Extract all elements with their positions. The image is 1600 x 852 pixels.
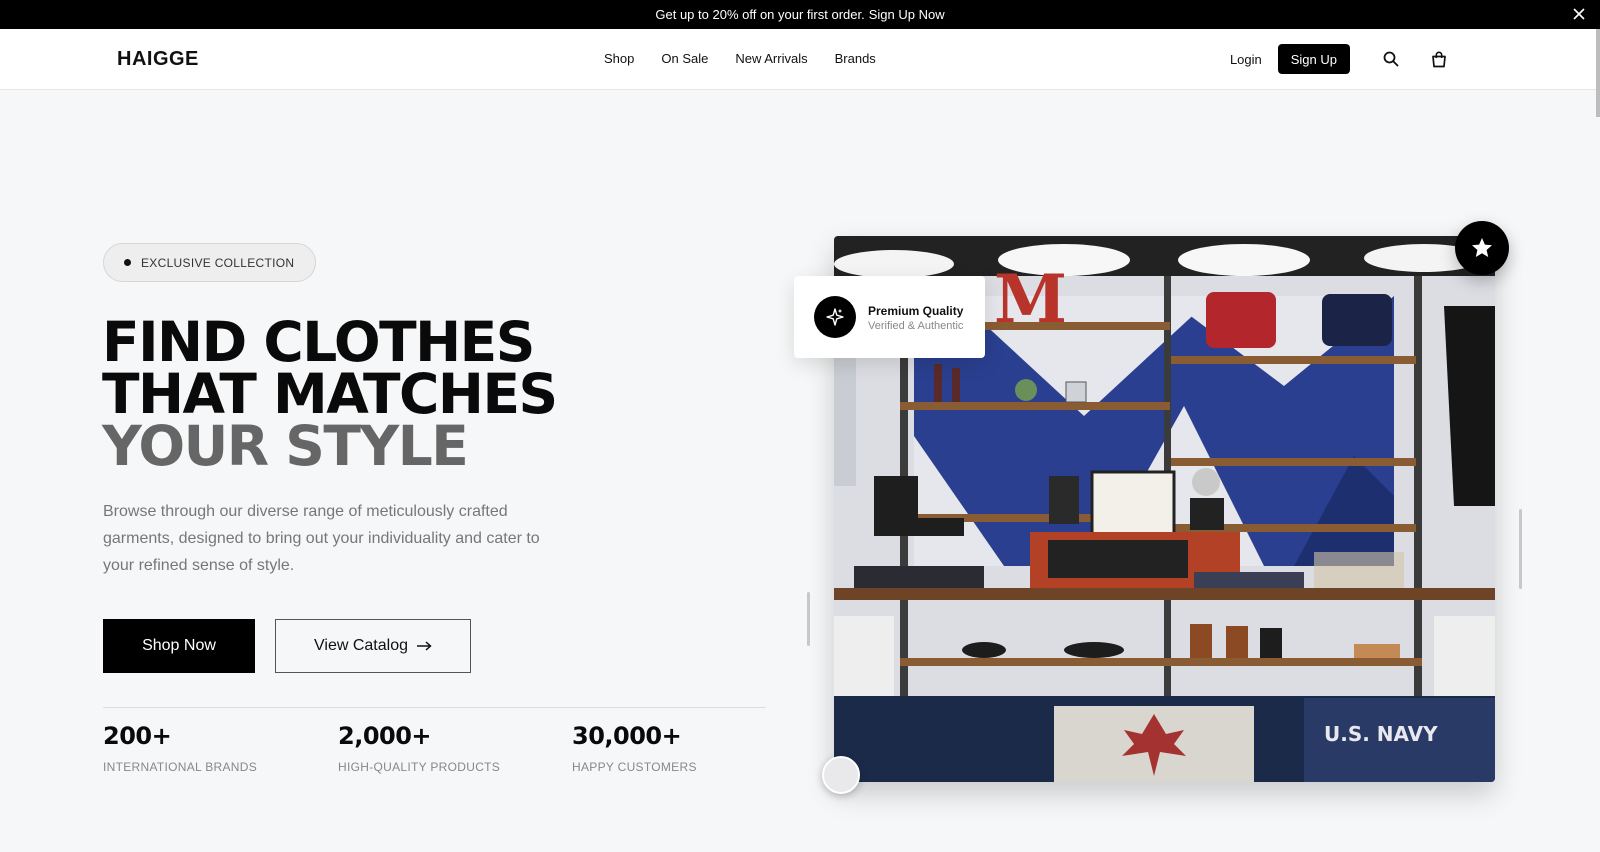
stats-row: 200+ INTERNATIONAL BRANDS 2,000+ HIGH-QU… [103,722,766,782]
nav-new-arrivals[interactable]: New Arrivals [735,51,807,66]
main-nav: Shop On Sale New Arrivals Brands [604,51,876,66]
stat-value: 200+ [103,722,172,750]
headline-line-1: FIND CLOTHES [102,310,535,374]
headline-line-3: YOUR STYLE [102,414,469,478]
cart-icon[interactable] [1428,48,1450,70]
view-catalog-label: View Catalog [314,637,408,654]
site-header: HAIGGE Shop On Sale New Arrivals Brands … [0,29,1600,90]
search-icon[interactable] [1380,48,1402,70]
collection-badge: EXCLUSIVE COLLECTION [103,243,317,282]
logo[interactable]: HAIGGE [117,48,199,71]
page-scrollbar[interactable] [1596,29,1600,117]
stat-brands: 200+ INTERNATIONAL BRANDS [103,722,257,774]
premium-quality-card: Premium Quality Verified & Authentic [794,276,985,358]
close-icon[interactable] [1570,5,1588,23]
announcement-message: Get up to 20% off on your first order. S… [655,7,944,22]
stat-value: 30,000+ [572,722,682,750]
shop-now-button[interactable]: Shop Now [103,619,255,673]
star-icon[interactable] [1455,221,1509,275]
sparkle-icon [814,296,856,338]
view-catalog-button[interactable]: View Catalog [275,619,471,673]
image-slider-handle-left[interactable] [807,592,810,646]
badge-dot [124,259,131,266]
hero-headline: FIND CLOTHES THAT MATCHES YOUR STYLE [102,310,558,478]
stat-label: INTERNATIONAL BRANDS [103,760,258,774]
header-actions: Login Sign Up [1230,44,1450,74]
stat-label: HIGH-QUALITY PRODUCTS [338,760,501,774]
announcement-bar: Get up to 20% off on your first order. S… [0,0,1600,29]
image-slider-handle-right[interactable] [1519,509,1522,589]
arrow-right-icon [416,641,432,651]
sign-up-button[interactable]: Sign Up [1277,44,1350,74]
announcement-signup-link[interactable]: Sign Up Now [869,7,945,22]
stat-customers: 30,000+ HAPPY CUSTOMERS [572,722,697,774]
hero-description: Browse through our diverse range of meti… [103,503,540,574]
carousel-dot-button[interactable] [822,756,860,794]
stat-label: HAPPY CUSTOMERS [572,760,697,774]
quality-subtitle: Verified & Authentic [868,320,964,332]
stats-divider [103,707,766,708]
headline-line-2: THAT MATCHES [102,362,558,426]
nav-on-sale[interactable]: On Sale [661,51,708,66]
stat-products: 2,000+ HIGH-QUALITY PRODUCTS [338,722,500,774]
quality-title: Premium Quality [868,304,964,318]
shirt-text: U.S. NAVY [1324,722,1438,746]
announcement-text: Get up to 20% off on your first order. [655,7,865,22]
badge-label: EXCLUSIVE COLLECTION [141,255,295,270]
nav-shop[interactable]: Shop [604,51,634,66]
stat-value: 2,000+ [338,722,432,750]
login-link[interactable]: Login [1230,52,1262,67]
nav-brands[interactable]: Brands [835,51,876,66]
